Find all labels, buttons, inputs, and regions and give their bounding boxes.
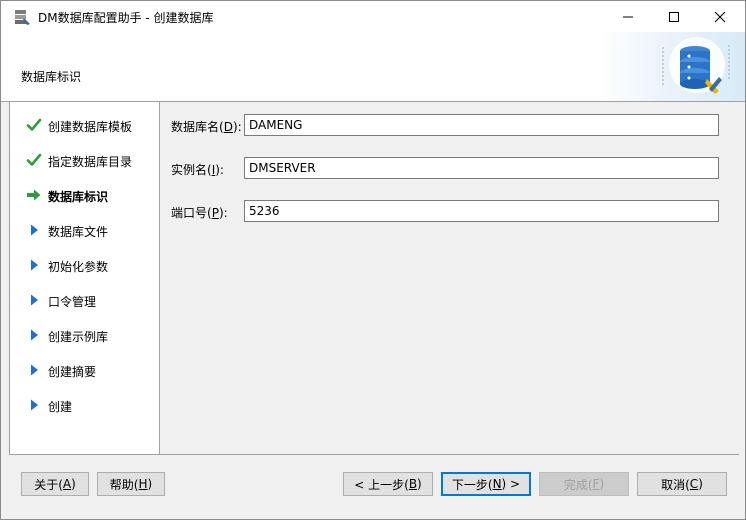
close-icon [714, 11, 726, 22]
prev-button[interactable]: < 上一步(B) [343, 472, 433, 496]
wizard-steps-nav: 创建数据库模板 指定数据库目录 数据库标识 数据库文件 初始化参数 口令管理 创… [9, 102, 160, 454]
minimize-button[interactable] [605, 1, 651, 32]
instance-name-label: 实例名(I): [171, 163, 224, 177]
nav-step-summary[interactable]: 创建摘要 [10, 360, 160, 380]
help-button[interactable]: 帮助(H) [97, 472, 165, 496]
nav-step-label: 指定数据库目录 [48, 155, 133, 169]
nav-step-label: 数据库文件 [48, 225, 109, 239]
port-label: 端口号(P): [171, 206, 228, 220]
maximize-icon [669, 11, 679, 22]
nav-step-create-template[interactable]: 创建数据库模板 [10, 115, 160, 135]
triangle-right-icon [31, 399, 38, 411]
triangle-right-icon [31, 259, 38, 271]
dm-config-assistant-window: DM数据库配置助手 - 创建数据库 数据库标识 创建数据库模板 指定数据库目录 … [0, 0, 746, 520]
minimize-icon [623, 16, 633, 17]
nav-step-create[interactable]: 创建 [10, 395, 160, 415]
next-button[interactable]: 下一步(N) > [441, 472, 531, 496]
nav-step-label: 创建示例库 [48, 330, 109, 344]
nav-step-db-files[interactable]: 数据库文件 [10, 220, 160, 240]
nav-step-label: 口令管理 [48, 295, 97, 309]
checkmark-icon [26, 118, 42, 131]
finish-button[interactable]: 完成(F) [539, 472, 629, 496]
nav-step-label: 创建 [48, 400, 73, 414]
title-bar: DM数据库配置助手 - 创建数据库 [1, 1, 745, 32]
app-database-icon [15, 10, 30, 25]
nav-step-password-mgmt[interactable]: 口令管理 [10, 290, 160, 310]
nav-step-sample-db[interactable]: 创建示例库 [10, 325, 160, 345]
port-input[interactable] [244, 200, 719, 222]
nav-step-init-params[interactable]: 初始化参数 [10, 255, 160, 275]
nav-step-db-directory[interactable]: 指定数据库目录 [10, 150, 160, 170]
nav-step-label: 初始化参数 [48, 260, 109, 274]
db-name-input[interactable] [244, 114, 719, 136]
database-config-icon [662, 37, 730, 94]
window-title: DM数据库配置助手 - 创建数据库 [38, 11, 214, 25]
triangle-right-icon [31, 329, 38, 341]
wizard-header: 数据库标识 [1, 32, 745, 102]
triangle-right-icon [31, 294, 38, 306]
triangle-right-icon [31, 224, 38, 236]
checkmark-icon [26, 153, 42, 166]
db-name-label: 数据库名(D): [171, 120, 242, 134]
cancel-button[interactable]: 取消(C) [637, 472, 727, 496]
close-button[interactable] [697, 1, 743, 32]
triangle-right-icon [31, 364, 38, 376]
maximize-button[interactable] [651, 1, 697, 32]
arrow-right-icon [27, 189, 41, 201]
footer-divider [9, 454, 739, 455]
nav-step-label: 数据库标识 [48, 190, 109, 204]
instance-name-input[interactable] [244, 157, 719, 179]
nav-step-db-identity[interactable]: 数据库标识 [10, 185, 160, 205]
about-button[interactable]: 关于(A) [21, 472, 89, 496]
nav-step-label: 创建摘要 [48, 365, 97, 379]
nav-step-label: 创建数据库模板 [48, 120, 133, 134]
page-title: 数据库标识 [21, 70, 82, 84]
